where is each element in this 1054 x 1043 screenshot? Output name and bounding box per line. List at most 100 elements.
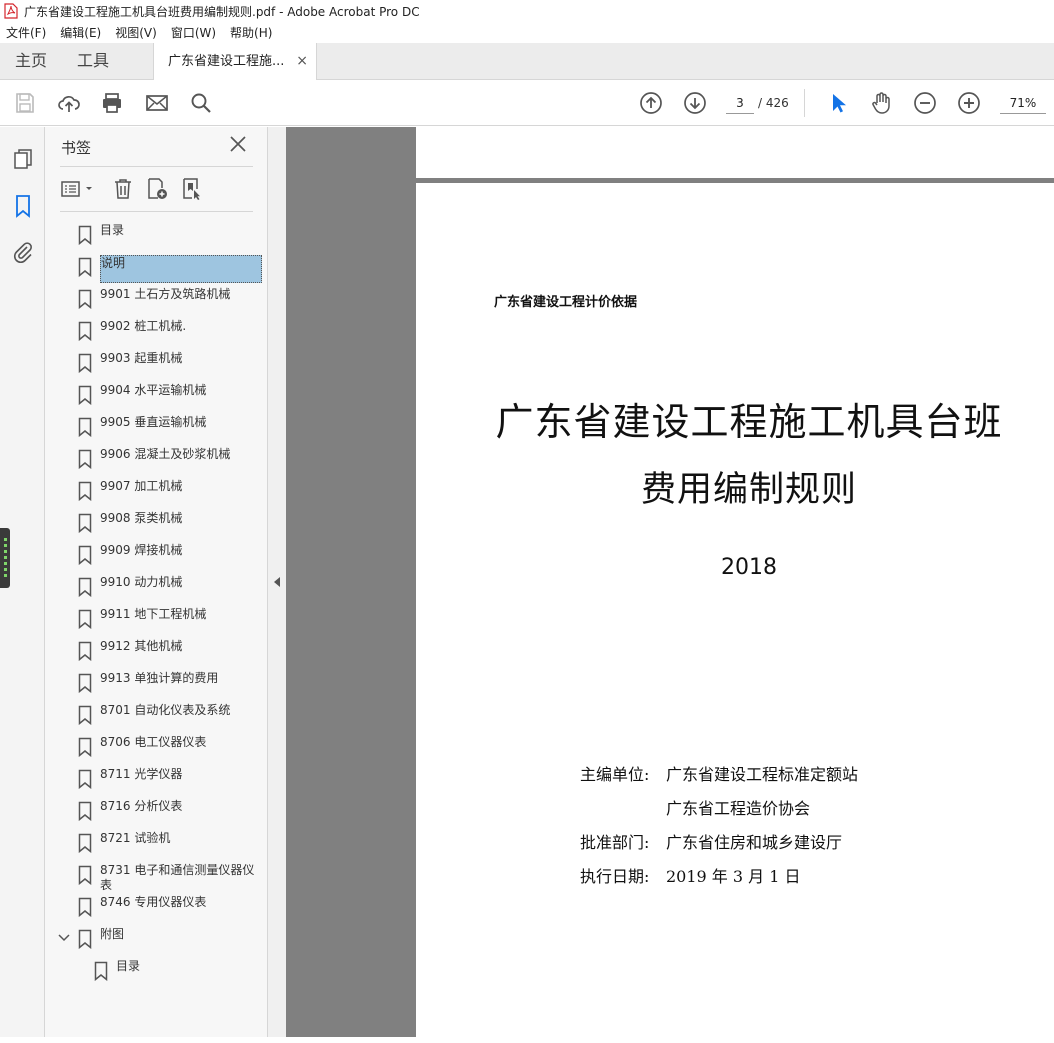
document-year: 2018	[721, 555, 777, 580]
bookmarks-icon[interactable]	[11, 194, 35, 218]
bookmark-item[interactable]: 9909 焊接机械	[75, 543, 265, 573]
print-icon[interactable]	[100, 91, 124, 115]
bookmark-flag-icon	[78, 545, 92, 566]
bookmark-flag-icon	[78, 609, 92, 630]
bookmark-from-selection-icon[interactable]	[180, 177, 204, 201]
bookmark-label: 9901 土石方及筑路机械	[100, 287, 231, 301]
menu-help[interactable]: 帮助(H)	[230, 24, 272, 41]
bookmark-flag-icon	[78, 833, 92, 854]
tab-bar: 主页 工具 广东省建设工程施... ×	[0, 43, 1054, 80]
bookmark-item[interactable]: 说明	[75, 255, 265, 285]
cloud-upload-icon[interactable]	[57, 91, 81, 115]
toolbar-divider	[804, 89, 805, 117]
bookmark-item[interactable]: 附图	[75, 927, 265, 957]
email-icon[interactable]	[145, 91, 169, 115]
close-panel-icon[interactable]	[229, 135, 247, 153]
tab-tools[interactable]: 工具	[77, 43, 109, 79]
bookmark-label: 9907 加工机械	[100, 479, 183, 493]
options-menu-icon[interactable]	[60, 177, 96, 201]
editor-org-2: 广东省工程造价协会	[666, 799, 811, 818]
bookmark-flag-icon	[78, 385, 92, 406]
bookmark-label: 说明	[100, 255, 262, 283]
bookmark-label: 8701 自动化仪表及系统	[100, 703, 231, 717]
effective-date-label: 执行日期:	[580, 867, 650, 886]
bookmark-item[interactable]: 目录	[91, 959, 281, 989]
hand-icon[interactable]	[869, 91, 893, 115]
bookmark-item[interactable]: 9913 单独计算的费用	[75, 671, 265, 701]
bookmark-flag-icon	[78, 865, 92, 886]
page-total: / 426	[758, 96, 789, 110]
bookmark-item[interactable]: 9905 垂直运输机械	[75, 415, 265, 445]
panel-divider	[60, 166, 253, 167]
select-arrow-icon[interactable]	[826, 91, 850, 115]
bookmark-item[interactable]: 9902 桩工机械.	[75, 319, 265, 349]
bookmark-item[interactable]: 8711 光学仪器	[75, 767, 265, 797]
approver-org: 广东省住房和城乡建设厅	[666, 833, 843, 852]
tab-home[interactable]: 主页	[15, 43, 47, 79]
bookmarks-panel-title: 书签	[61, 139, 92, 157]
bookmark-flag-icon	[78, 513, 92, 534]
bookmark-label: 目录	[100, 223, 125, 237]
next-page-icon[interactable]	[683, 91, 707, 115]
bookmark-label: 9903 起重机械	[100, 351, 183, 365]
bookmark-item[interactable]: 9906 混凝土及砂浆机械	[75, 447, 265, 477]
bookmark-flag-icon	[78, 481, 92, 502]
bookmark-label: 9913 单独计算的费用	[100, 671, 219, 685]
document-viewer[interactable]: 广东省建设工程计价依据 广东省建设工程施工机具台班 费用编制规则 2018 主编…	[286, 127, 1054, 1043]
pdf-page: 广东省建设工程计价依据 广东省建设工程施工机具台班 费用编制规则 2018 主编…	[416, 183, 1054, 1043]
bookmark-label: 9906 混凝土及砂浆机械	[100, 447, 231, 461]
bookmark-item[interactable]: 8716 分析仪表	[75, 799, 265, 829]
search-icon[interactable]	[189, 91, 213, 115]
menu-view[interactable]: 视图(V)	[115, 24, 157, 41]
bookmark-item[interactable]: 9908 泵类机械	[75, 511, 265, 541]
menu-edit[interactable]: 编辑(E)	[60, 24, 101, 41]
save-icon[interactable]	[13, 91, 37, 115]
menu-window[interactable]: 窗口(W)	[171, 24, 216, 41]
menu-file[interactable]: 文件(F)	[6, 24, 46, 41]
zoom-in-icon[interactable]	[957, 91, 981, 115]
bookmark-item[interactable]: 9911 地下工程机械	[75, 607, 265, 637]
acrobat-pdf-icon	[4, 3, 18, 19]
bookmark-label: 9909 焊接机械	[100, 543, 183, 557]
zoom-out-icon[interactable]	[913, 91, 937, 115]
editor-org-1: 广东省建设工程标准定额站	[666, 765, 859, 784]
chevron-down-icon[interactable]	[57, 931, 71, 945]
panel-splitter[interactable]	[267, 127, 286, 1037]
bookmark-flag-icon	[78, 417, 92, 438]
page-number-input[interactable]: 3	[726, 92, 754, 114]
bookmark-item[interactable]: 8706 电工仪器仪表	[75, 735, 265, 765]
audio-meter-grip	[0, 528, 10, 588]
bookmark-item[interactable]: 8701 自动化仪表及系统	[75, 703, 265, 733]
bookmark-item[interactable]: 9904 水平运输机械	[75, 383, 265, 413]
bookmark-item[interactable]: 9901 土石方及筑路机械	[75, 287, 265, 317]
bookmark-item[interactable]: 8721 试验机	[75, 831, 265, 861]
tab-document-label: 广东省建设工程施...	[168, 54, 285, 69]
approver-label: 批准部门:	[580, 833, 650, 852]
window-title: 广东省建设工程施工机具台班费用编制规则.pdf - Adobe Acrobat …	[24, 4, 420, 19]
bookmark-label: 8746 专用仪器仪表	[100, 895, 207, 909]
bookmark-item[interactable]: 8731 电子和通信测量仪器仪表	[75, 863, 265, 893]
bookmark-flag-icon	[78, 225, 92, 246]
bookmark-item[interactable]: 9912 其他机械	[75, 639, 265, 669]
bookmark-label: 8731 电子和通信测量仪器仪表	[100, 863, 255, 892]
bookmark-label: 9910 动力机械	[100, 575, 183, 589]
bookmark-item[interactable]: 9907 加工机械	[75, 479, 265, 509]
page-thumbnails-icon[interactable]	[11, 147, 35, 171]
bookmark-item[interactable]: 9910 动力机械	[75, 575, 265, 605]
zoom-level-input[interactable]: 71%	[1000, 92, 1046, 114]
new-bookmark-icon[interactable]	[145, 177, 169, 201]
bookmark-label: 9902 桩工机械.	[100, 319, 187, 333]
delete-bookmark-icon[interactable]	[111, 177, 135, 201]
attachments-icon[interactable]	[11, 240, 35, 264]
collapse-panel-icon[interactable]	[274, 577, 280, 587]
prev-page-icon[interactable]	[639, 91, 663, 115]
bookmark-item[interactable]: 9903 起重机械	[75, 351, 265, 381]
menu-bar: 文件(F) 编辑(E) 视图(V) 窗口(W) 帮助(H)	[0, 22, 1054, 43]
bookmark-item[interactable]: 目录	[75, 223, 265, 253]
bookmark-flag-icon	[78, 321, 92, 342]
close-tab-icon[interactable]: ×	[296, 43, 308, 80]
bookmark-flag-icon	[78, 801, 92, 822]
tab-document[interactable]: 广东省建设工程施... ×	[153, 43, 317, 80]
bookmark-item[interactable]: 8746 专用仪器仪表	[75, 895, 265, 925]
bookmark-label: 8706 电工仪器仪表	[100, 735, 207, 749]
